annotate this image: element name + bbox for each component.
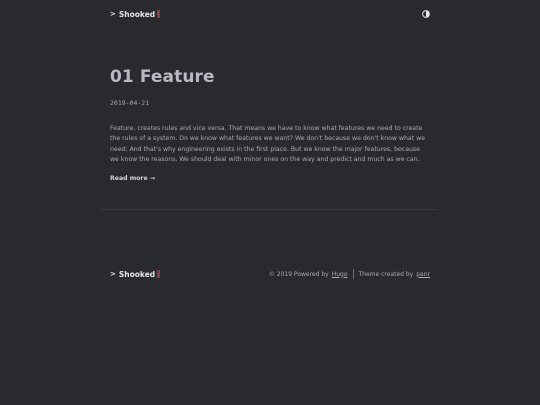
post-summary: Feature, creates rules and vice versa. T…: [110, 125, 425, 163]
hugo-link[interactable]: Hugo: [332, 271, 348, 278]
footer-logo-text: Shooked: [118, 269, 156, 279]
site-footer: > Shooked © 2019 Powered by Hugo Theme c…: [110, 268, 430, 280]
post-entry: 01 Feature 2019-04-21 Feature, creates r…: [110, 64, 430, 184]
page: > Shooked 01 Feature 2019-04-21 Feature,…: [0, 0, 540, 405]
read-more-link[interactable]: Read more →: [110, 175, 155, 182]
post-date: 2019-04-21: [110, 99, 150, 107]
half-circle-contrast-icon: [422, 10, 430, 18]
post-title[interactable]: 01 Feature: [110, 64, 430, 90]
copyright: © 2019 Powered by Hugo Theme created by …: [269, 269, 430, 279]
logo-text: Shooked: [118, 9, 156, 19]
copyright-text: © 2019 Powered by: [268, 270, 329, 278]
footer-separator: [352, 269, 354, 279]
logo-cursor: [157, 10, 161, 18]
footer-logo-cursor: [157, 270, 161, 278]
post-divider: [101, 209, 438, 210]
theme-toggle-button[interactable]: [422, 10, 430, 18]
site-header: > Shooked: [110, 8, 430, 20]
author-link[interactable]: panr: [416, 271, 430, 278]
logo-chevron-icon: >: [110, 10, 116, 18]
site-logo[interactable]: > Shooked: [110, 9, 161, 19]
footer-logo[interactable]: > Shooked: [110, 269, 161, 279]
footer-logo-chevron-icon: >: [110, 270, 116, 278]
theme-credit-text: Theme created by: [358, 270, 414, 278]
